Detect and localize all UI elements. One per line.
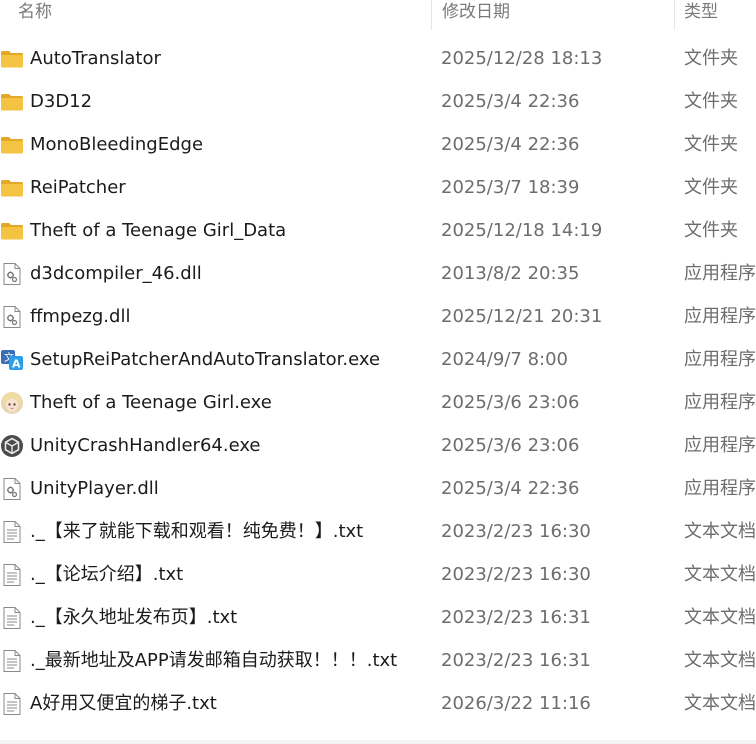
file-row[interactable]: ReiPatcher 2025/3/7 18:39 文件夹 [0, 166, 756, 209]
file-name: ._最新地址及APP请发邮箱自动获取！！！.txt [30, 650, 398, 671]
file-modified-date: 2025/3/4 22:36 [441, 91, 580, 112]
file-type: 应用程序 [684, 435, 756, 456]
file-type: 应用程序 [684, 392, 756, 413]
file-name: d3dcompiler_46.dll [30, 263, 202, 284]
file-row[interactable]: D3D12 2025/3/4 22:36 文件夹 [0, 80, 756, 123]
file-row[interactable]: ._【来了就能下载和观看！纯免费！】.txt 2023/2/23 16:30 文本文… [0, 510, 756, 553]
file-type: 文件夹 [684, 48, 738, 69]
file-name: A好用又便宜的梯子.txt [30, 693, 217, 714]
file-type: 文件夹 [684, 220, 738, 241]
status-divider [0, 740, 756, 744]
file-name: MonoBleedingEdge [30, 134, 204, 155]
file-row[interactable]: A好用又便宜的梯子.txt 2026/3/22 11:16 文本文档 [0, 682, 756, 725]
file-name: ._【来了就能下载和观看！纯免费！】.txt [30, 521, 364, 542]
file-type: 文件夹 [684, 134, 738, 155]
file-modified-date: 2025/3/6 23:06 [441, 435, 580, 456]
file-type: 应用程序 [684, 306, 756, 327]
file-type: 应用程序 [684, 263, 756, 284]
folder-icon [0, 90, 24, 114]
file-row[interactable]: AutoTranslator 2025/12/28 18:13 文件夹 [0, 37, 756, 80]
folder-icon [0, 47, 24, 71]
file-name: Theft of a Teenage Girl.exe [30, 392, 272, 413]
file-type: 文本文档 [684, 607, 756, 628]
file-row[interactable]: UnityPlayer.dll 2025/3/4 22:36 应用程序 [0, 467, 756, 510]
column-divider[interactable] [674, 0, 675, 30]
file-modified-date: 2025/3/7 18:39 [441, 177, 580, 198]
file-row[interactable]: ._【永久地址发布页】.txt 2023/2/23 16:31 文本文档 [0, 596, 756, 639]
file-name: Theft of a Teenage Girl_Data [30, 220, 287, 241]
translator-exe-icon: 文A [0, 348, 24, 372]
file-row[interactable]: MonoBleedingEdge 2025/3/4 22:36 文件夹 [0, 123, 756, 166]
file-name: ._【永久地址发布页】.txt [30, 607, 238, 628]
file-modified-date: 2025/3/4 22:36 [441, 134, 580, 155]
file-type: 文本文档 [684, 521, 756, 542]
file-modified-date: 2023/2/23 16:31 [441, 607, 591, 628]
column-header: 名称 修改日期 类型 [0, 0, 756, 30]
column-header-date[interactable]: 修改日期 [442, 0, 510, 28]
file-name: D3D12 [30, 91, 93, 112]
file-type: 文件夹 [684, 91, 738, 112]
column-header-name[interactable]: 名称 [18, 0, 52, 28]
column-divider[interactable] [431, 0, 432, 30]
svg-text:A: A [12, 358, 21, 371]
file-type: 文本文档 [684, 564, 756, 585]
file-modified-date: 2025/3/6 23:06 [441, 392, 580, 413]
file-type: 应用程序 [684, 478, 756, 499]
file-name: UnityPlayer.dll [30, 478, 159, 499]
file-modified-date: 2025/12/21 20:31 [441, 306, 603, 327]
column-header-type[interactable]: 类型 [684, 0, 718, 28]
folder-icon [0, 219, 24, 243]
file-modified-date: 2024/9/7 8:00 [441, 349, 568, 370]
unity-icon [0, 434, 24, 458]
file-row[interactable]: UnityCrashHandler64.exe 2025/3/6 23:06 应用程… [0, 424, 756, 467]
text-file-icon [0, 520, 24, 544]
file-name: ._【论坛介绍】.txt [30, 564, 184, 585]
file-type: 文件夹 [684, 177, 738, 198]
file-modified-date: 2023/2/23 16:30 [441, 521, 591, 542]
folder-icon [0, 176, 24, 200]
file-row[interactable]: Theft of a Teenage Girl.exe 2025/3/6 23:0… [0, 381, 756, 424]
file-modified-date: 2025/12/28 18:13 [441, 48, 603, 69]
file-type: 文本文档 [684, 650, 756, 671]
file-modified-date: 2026/3/22 11:16 [441, 693, 591, 714]
dll-icon [0, 305, 24, 329]
file-type: 文本文档 [684, 693, 756, 714]
folder-icon [0, 133, 24, 157]
file-name: AutoTranslator [30, 48, 161, 69]
file-name: SetupReiPatcherAndAutoTranslator.exe [30, 349, 381, 370]
file-modified-date: 2025/3/4 22:36 [441, 478, 580, 499]
game-exe-icon [0, 391, 24, 415]
file-row[interactable]: d3dcompiler_46.dll 2013/8/2 20:35 应用程序 [0, 252, 756, 295]
file-modified-date: 2025/12/18 14:19 [441, 220, 603, 241]
file-name: ffmpezg.dll [30, 306, 131, 327]
file-type: 应用程序 [684, 349, 756, 370]
file-modified-date: 2013/8/2 20:35 [441, 263, 580, 284]
file-name: ReiPatcher [30, 177, 126, 198]
text-file-icon [0, 692, 24, 716]
file-row[interactable]: ._最新地址及APP请发邮箱自动获取！！！.txt 2023/2/23 16:31… [0, 639, 756, 682]
dll-icon [0, 262, 24, 286]
text-file-icon [0, 649, 24, 673]
file-modified-date: 2023/2/23 16:31 [441, 650, 591, 671]
text-file-icon [0, 563, 24, 587]
file-name: UnityCrashHandler64.exe [30, 435, 261, 456]
file-row[interactable]: 文A SetupReiPatcherAndAutoTranslator.exe 20… [0, 338, 756, 381]
file-modified-date: 2023/2/23 16:30 [441, 564, 591, 585]
text-file-icon [0, 606, 24, 630]
file-row[interactable]: Theft of a Teenage Girl_Data 2025/12/18 1… [0, 209, 756, 252]
file-row[interactable]: ._【论坛介绍】.txt 2023/2/23 16:30 文本文档 [0, 553, 756, 596]
file-row[interactable]: ffmpezg.dll 2025/12/21 20:31 应用程序 [0, 295, 756, 338]
dll-icon [0, 477, 24, 501]
